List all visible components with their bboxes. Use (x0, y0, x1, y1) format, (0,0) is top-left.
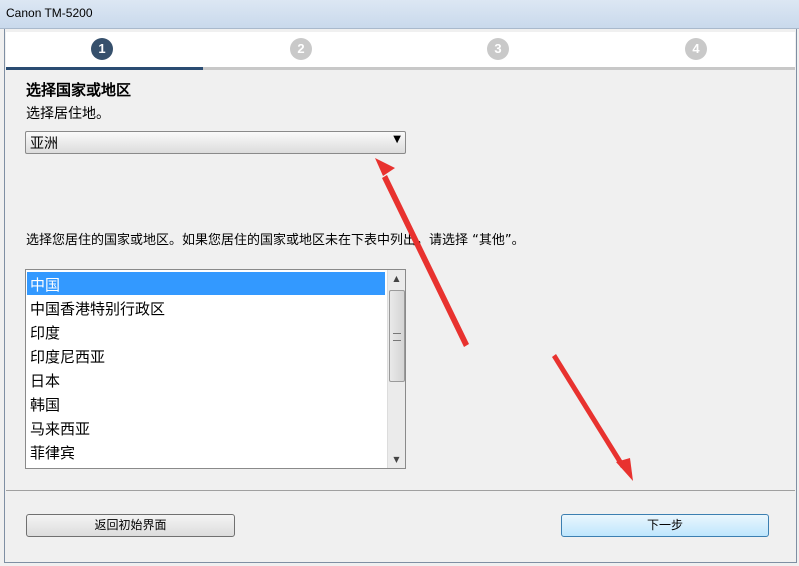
annotation-arrow-icon (552, 354, 633, 481)
annotation-arrow-icon (375, 158, 469, 347)
annotation-overlay (375, 158, 633, 481)
